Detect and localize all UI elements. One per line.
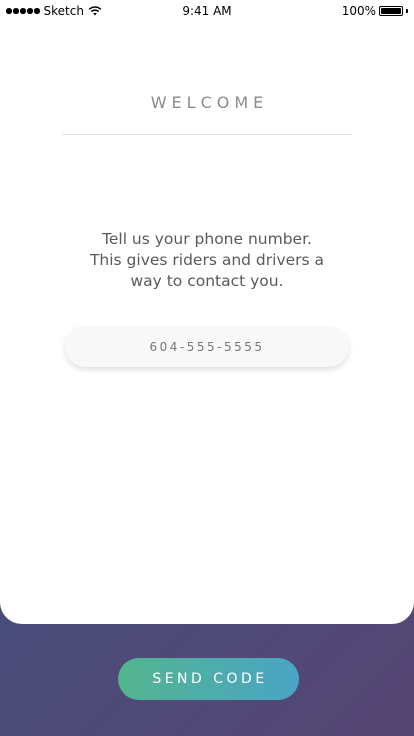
battery-percentage: 100%: [341, 4, 376, 18]
battery-cap: [406, 9, 408, 13]
instruction-line-3: way to contact you.: [130, 272, 284, 290]
title-divider: [62, 134, 352, 135]
battery-icon: [379, 6, 403, 16]
status-bar: Sketch 9:41 AM 100%: [0, 0, 414, 22]
send-code-button[interactable]: SEND CODE: [118, 658, 299, 700]
instruction-text: Tell us your phone number. This gives ri…: [57, 229, 357, 292]
status-right: 100%: [342, 4, 408, 18]
instruction-line-1: Tell us your phone number.: [102, 230, 312, 248]
instruction-line-2: This gives riders and drivers a: [89, 251, 325, 269]
phone-number-input[interactable]: [65, 326, 349, 367]
content-card: Sketch 9:41 AM 100% WELCOME Tell us your…: [0, 0, 414, 624]
page-title: WELCOME: [150, 93, 269, 112]
